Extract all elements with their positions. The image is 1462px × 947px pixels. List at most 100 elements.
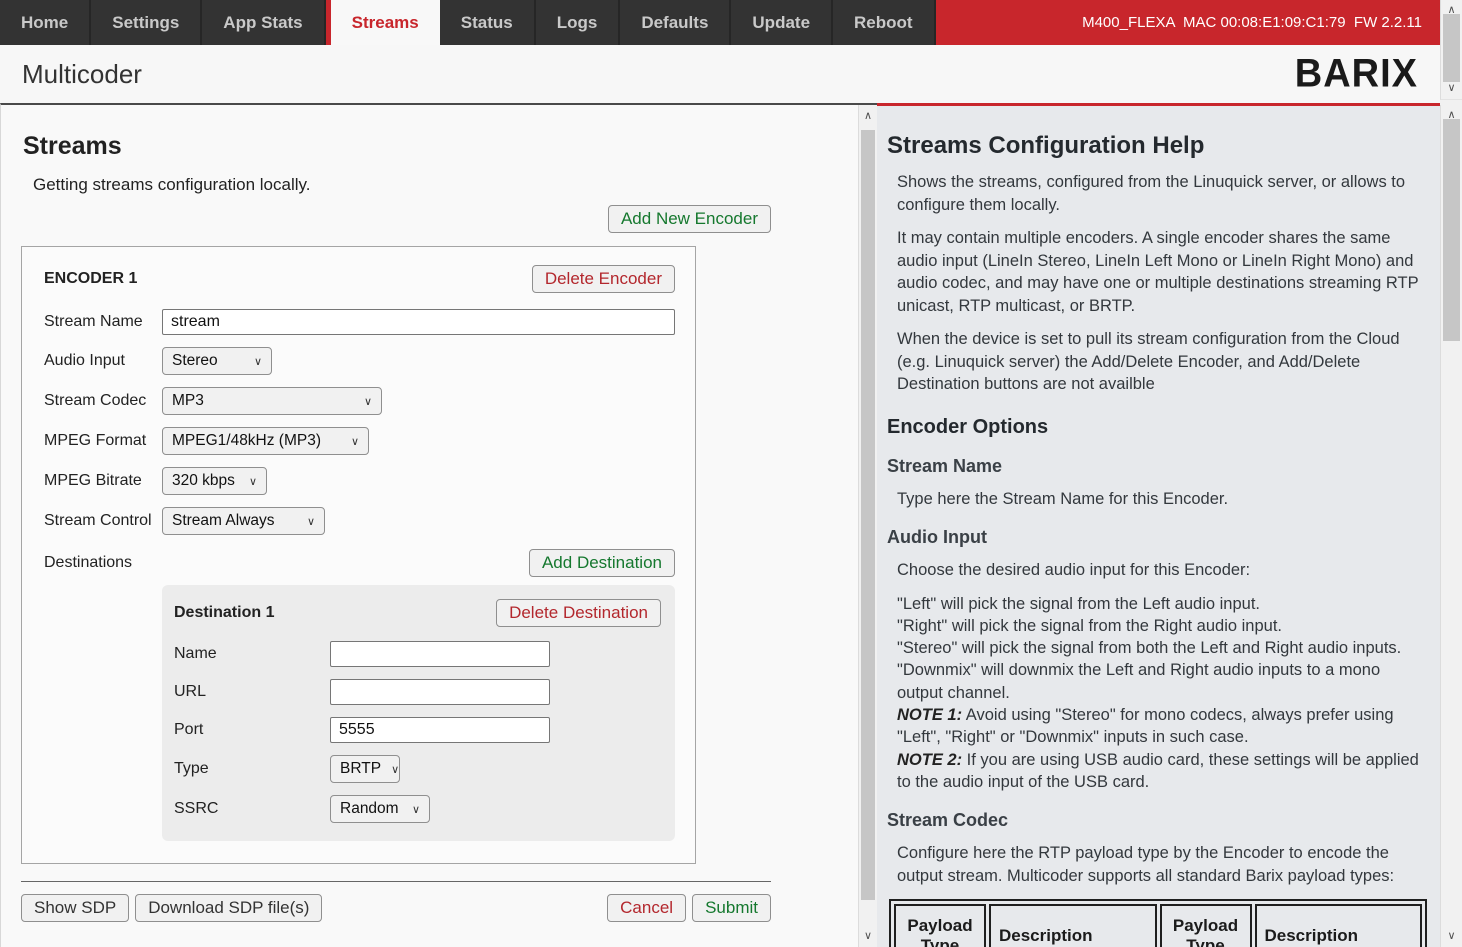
footer-divider [21,881,771,882]
stream-codec-select[interactable]: MP3 ∨ [162,387,382,415]
scrollbar-thumb[interactable] [1443,119,1460,341]
table-header-payload-type: Payload Type [1160,904,1252,947]
nav-tab-home[interactable]: Home [0,0,91,45]
header-frame: Home Settings App Stats Streams Status L… [0,0,1440,103]
destination-port-input[interactable] [330,717,550,743]
page-title: Multicoder [22,59,142,90]
mpeg-bitrate-value: 320 kbps [172,472,235,490]
chevron-down-icon: ∨ [297,515,315,528]
destination-url-input[interactable] [330,679,550,705]
encoder-title: ENCODER 1 [44,270,137,288]
main-nav: Home Settings App Stats Streams Status L… [0,0,1440,45]
show-sdp-button[interactable]: Show SDP [21,894,129,922]
barix-logo: BARIX [1295,51,1418,96]
nav-tab-status[interactable]: Status [440,0,536,45]
chevron-down-icon: ∨ [244,355,262,368]
add-destination-button[interactable]: Add Destination [529,549,675,577]
add-new-encoder-button[interactable]: Add New Encoder [608,205,771,233]
mpeg-bitrate-select[interactable]: 320 kbps ∨ [162,467,267,495]
stream-codec-value: MP3 [172,392,204,410]
destination-url-label: URL [174,683,330,701]
destination-port-label: Port [174,721,330,739]
destination-name-label: Name [174,645,330,663]
audio-input-select[interactable]: Stereo ∨ [162,347,272,375]
audio-input-value: Stereo [172,352,218,370]
destination-type-value: BRTP [340,760,381,778]
nav-tab-app-stats[interactable]: App Stats [202,0,325,45]
stream-name-input[interactable] [162,309,675,335]
scroll-down-icon[interactable]: ∨ [1441,80,1462,97]
nav-tab-settings[interactable]: Settings [91,0,202,45]
mpeg-format-label: MPEG Format [44,432,162,450]
stream-control-label: Stream Control [44,512,162,530]
destination-title: Destination 1 [174,604,274,622]
stream-name-help-text: Type here the Stream Name for this Encod… [897,488,1426,511]
chevron-down-icon: ∨ [402,803,420,816]
stream-name-label: Stream Name [44,313,162,331]
help-line: "Stereo" will pick the signal from both … [897,637,1426,659]
help-frame-scrollbar[interactable]: ∧ ∨ [1440,105,1462,947]
scrollbar-thumb[interactable] [861,130,875,900]
payload-type-table: Payload Type Description Payload Type De… [889,899,1427,947]
help-note-2: NOTE 2: If you are using USB audio card,… [897,749,1426,794]
note-label: NOTE 2: [897,751,962,769]
stream-codec-help-text: Configure here the RTP payload type by t… [897,842,1426,887]
destination-ssrc-select[interactable]: Random ∨ [330,795,430,823]
delete-encoder-button[interactable]: Delete Encoder [532,265,675,293]
help-line: "Downmix" will downmix the Left and Righ… [897,659,1426,704]
destination-name-input[interactable] [330,641,550,667]
destination-type-select[interactable]: BRTP ∨ [330,755,400,783]
scroll-up-icon[interactable]: ∧ [859,108,877,125]
download-sdp-button[interactable]: Download SDP file(s) [135,894,322,922]
help-paragraph: When the device is set to pull its strea… [897,328,1426,396]
device-info-bar: M400_FLEXA MAC 00:08:E1:09:C1:79 FW 2.2.… [936,0,1440,45]
stream-control-value: Stream Always [172,512,275,530]
header-frame-scrollbar[interactable]: ∧ ∨ [1440,0,1462,100]
audio-input-details: "Left" will pick the signal from the Lef… [897,593,1426,794]
chevron-down-icon: ∨ [341,435,359,448]
help-line: "Right" will pick the signal from the Ri… [897,615,1426,637]
help-note-1: NOTE 1: Avoid using "Stereo" for mono co… [897,704,1426,749]
scroll-down-icon[interactable]: ∨ [1441,928,1462,945]
mpeg-format-value: MPEG1/48kHz (MP3) [172,432,321,450]
help-title: Streams Configuration Help [887,132,1426,160]
help-paragraph: It may contain multiple encoders. A sing… [897,227,1426,317]
note-text: Avoid using "Stereo" for mono codecs, al… [897,706,1394,746]
scrollbar-thumb[interactable] [1443,14,1460,82]
stream-name-heading: Stream Name [887,456,1426,477]
audio-input-intro: Choose the desired audio input for this … [897,559,1426,582]
encoder-options-heading: Encoder Options [887,416,1426,439]
nav-tab-update[interactable]: Update [731,0,833,45]
nav-tab-logs[interactable]: Logs [536,0,621,45]
destination-panel: Destination 1 Delete Destination Name UR… [162,585,675,841]
note-text: If you are using USB audio card, these s… [897,751,1419,791]
nav-tab-reboot[interactable]: Reboot [833,0,936,45]
nav-tab-streams[interactable]: Streams [326,0,440,45]
delete-destination-button[interactable]: Delete Destination [496,599,661,627]
stream-codec-heading: Stream Codec [887,810,1426,831]
submit-button[interactable]: Submit [692,894,771,922]
help-paragraph: Shows the streams, configured from the L… [897,171,1426,216]
table-header-description: Description [1255,904,1423,947]
chevron-down-icon: ∨ [354,395,372,408]
chevron-down-icon: ∨ [239,475,257,488]
streams-content-frame: Streams Getting streams configuration lo… [0,103,877,947]
chevron-down-icon: ∨ [381,763,399,776]
table-header-description: Description [989,904,1157,947]
device-info-text: M400_FLEXA MAC 00:08:E1:09:C1:79 FW 2.2.… [1082,14,1422,31]
cancel-button[interactable]: Cancel [607,894,686,922]
destination-ssrc-label: SSRC [174,800,330,818]
left-frame-scrollbar[interactable]: ∧ ∨ [858,105,877,947]
table-header-payload-type: Payload Type [894,904,986,947]
mpeg-format-select[interactable]: MPEG1/48kHz (MP3) ∨ [162,427,369,455]
stream-control-select[interactable]: Stream Always ∨ [162,507,325,535]
streams-subtitle: Getting streams configuration locally. [33,175,771,195]
title-bar: Multicoder BARIX [0,45,1440,103]
help-line: "Left" will pick the signal from the Lef… [897,593,1426,615]
audio-input-label: Audio Input [44,352,162,370]
encoder-panel: ENCODER 1 Delete Encoder Stream Name Aud… [21,246,696,864]
scroll-down-icon[interactable]: ∨ [859,928,877,945]
destination-type-label: Type [174,760,330,778]
audio-input-heading: Audio Input [887,527,1426,548]
nav-tab-defaults[interactable]: Defaults [620,0,731,45]
